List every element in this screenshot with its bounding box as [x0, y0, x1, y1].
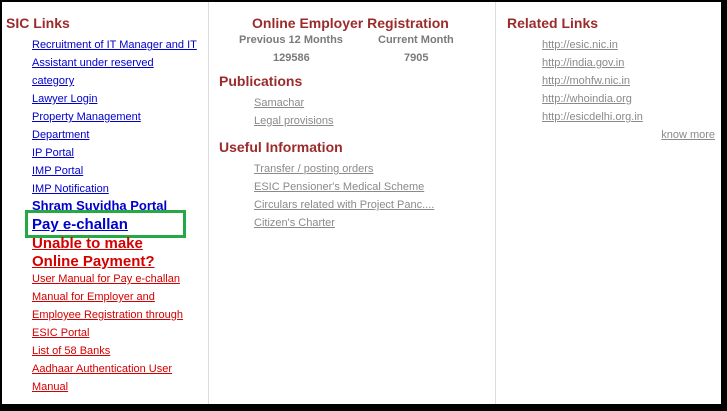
link-circulars-project[interactable]: Circulars related with Project Panc....	[254, 199, 434, 211]
link-recruitment-it[interactable]: Recruitment of IT Manager and IT	[32, 39, 197, 51]
link-unable-online-payment[interactable]: Unable to make	[32, 235, 143, 253]
know-more-link[interactable]: know more	[661, 129, 715, 141]
link-mohfw[interactable]: http://mohfw.nic.in	[542, 75, 630, 87]
content-frame: SIC Links Recruitment of IT Manager and …	[2, 2, 721, 404]
link-lawyer-login[interactable]: Lawyer Login	[32, 93, 97, 105]
link-samachar[interactable]: Samachar	[254, 97, 304, 109]
link-list-of-banks[interactable]: List of 58 Banks	[32, 345, 110, 357]
link-aadhaar-manual-line2[interactable]: Manual	[32, 381, 68, 393]
link-legal-provisions[interactable]: Legal provisions	[254, 115, 334, 127]
link-pensioner-medical[interactable]: ESIC Pensioner's Medical Scheme	[254, 181, 424, 193]
link-recruitment-it-line2[interactable]: Assistant under reserved	[32, 57, 154, 69]
current-month-value: 7905	[404, 52, 429, 64]
link-aadhaar-manual[interactable]: Aadhaar Authentication User	[32, 363, 172, 375]
link-manual-employer-registration-line3[interactable]: ESIC Portal	[32, 327, 89, 339]
link-recruitment-it-line3[interactable]: category	[32, 75, 74, 87]
link-unable-online-payment-line2[interactable]: Online Payment?	[32, 253, 155, 271]
previous-months-label: Previous 12 Months	[239, 34, 343, 46]
sic-links-column: SIC Links Recruitment of IT Manager and …	[2, 2, 209, 404]
link-citizens-charter[interactable]: Citizen's Charter	[254, 217, 335, 229]
employer-registration-heading: Online Employer Registration	[252, 15, 449, 31]
link-property-management-line2[interactable]: Department	[32, 129, 89, 141]
useful-info-heading: Useful Information	[219, 139, 343, 155]
link-manual-employer-registration[interactable]: Manual for Employer and	[32, 291, 155, 303]
link-esic[interactable]: http://esic.nic.in	[542, 39, 618, 51]
link-pay-e-challan[interactable]: Pay e-challan	[32, 216, 128, 233]
link-user-manual-e-challan[interactable]: User Manual for Pay e-challan	[32, 273, 180, 285]
link-property-management[interactable]: Property Management	[32, 111, 141, 123]
link-imp-notification[interactable]: IMP Notification	[32, 183, 109, 195]
link-transfer-posting[interactable]: Transfer / posting orders	[254, 163, 373, 175]
related-links-column: Related Links http://esic.nic.in http://…	[496, 2, 721, 404]
link-manual-employer-registration-line2[interactable]: Employee Registration through	[32, 309, 183, 321]
link-whoindia[interactable]: http://whoindia.org	[542, 93, 632, 105]
current-month-label: Current Month	[378, 34, 454, 46]
related-links-heading: Related Links	[507, 15, 599, 31]
publications-heading: Publications	[219, 73, 303, 89]
link-ip-portal[interactable]: IP Portal	[32, 147, 74, 159]
link-esicdelhi[interactable]: http://esicdelhi.org.in	[542, 111, 643, 123]
link-india-gov[interactable]: http://india.gov.in	[542, 57, 624, 69]
middle-column: Online Employer Registration Previous 12…	[209, 2, 496, 404]
sic-links-heading: SIC Links	[6, 15, 70, 31]
link-imp-portal[interactable]: IMP Portal	[32, 165, 83, 177]
previous-months-value: 129586	[273, 52, 310, 64]
